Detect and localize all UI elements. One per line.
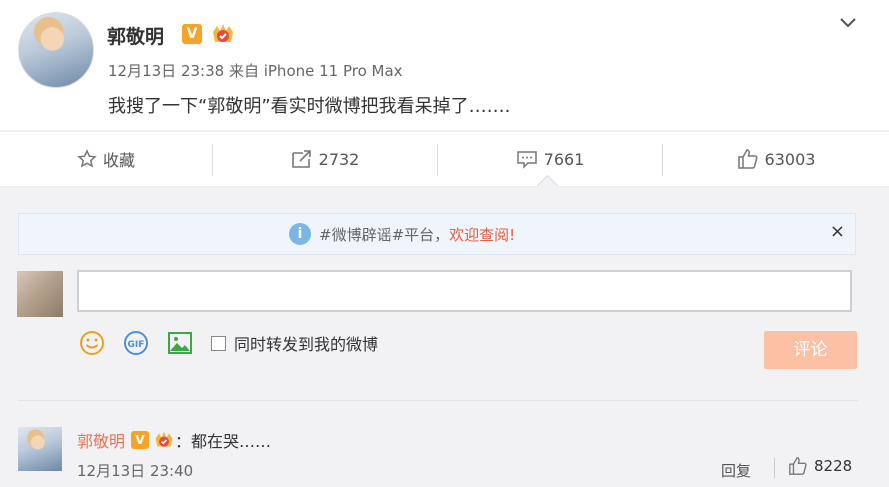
repost-button[interactable]: 2732 [213, 132, 437, 186]
close-icon[interactable]: × [830, 221, 845, 242]
star-icon [77, 149, 97, 168]
gif-icon[interactable]: GIF [123, 330, 149, 356]
forward-checkbox[interactable] [211, 335, 226, 351]
comment-author-name[interactable]: 郭敬明 [77, 428, 125, 452]
repost-icon [291, 150, 311, 168]
emoji-icon[interactable] [79, 330, 105, 356]
post-actions: 收藏 2732 7661 63003 [0, 131, 889, 187]
comment-like-button[interactable]: 8228 [788, 456, 852, 476]
thumbs-up-icon [737, 149, 758, 169]
repost-count: 2732 [318, 149, 360, 169]
vip-crown-icon [213, 24, 233, 42]
comment-icon [516, 151, 537, 169]
chevron-down-icon[interactable] [838, 12, 858, 32]
comment-body: 郭敬明 V ：都在哭…… [77, 428, 271, 452]
author-name[interactable]: 郭敬明 [107, 22, 164, 49]
comment-input[interactable] [77, 270, 852, 312]
comment-time: 12月13日 23:40 [77, 462, 194, 480]
current-user-avatar[interactable] [17, 271, 63, 317]
reply-button[interactable]: 回复 [721, 460, 751, 481]
weibo-post-card: 郭敬明 V 12月13日 23:38 来自 iPhone 11 Pro Max … [0, 0, 889, 487]
svg-text:GIF: GIF [128, 340, 145, 350]
thumbs-up-icon [789, 457, 807, 475]
comment-count: 7661 [543, 149, 585, 169]
verified-badge: V [182, 24, 202, 44]
forward-label[interactable]: 同时转发到我的微博 [234, 331, 378, 355]
post-source: 来自 iPhone 11 Pro Max [228, 62, 403, 80]
like-button[interactable]: 63003 [663, 132, 889, 186]
notice-link[interactable]: 欢迎查阅! [449, 224, 515, 245]
post-meta: 12月13日 23:38 来自 iPhone 11 Pro Max [108, 60, 403, 81]
notice-text[interactable]: #微博辟谣#平台， [319, 224, 449, 245]
info-icon: i [289, 223, 311, 245]
composer-toolbar: GIF 同时转发到我的微博 [79, 330, 378, 356]
comment-author-avatar[interactable] [18, 427, 62, 471]
post-time[interactable]: 12月13日 23:38 [108, 62, 224, 80]
post: 郭敬明 V 12月13日 23:38 来自 iPhone 11 Pro Max … [0, 0, 889, 130]
comment-text: ：都在哭…… [175, 432, 272, 451]
divider [18, 400, 858, 401]
image-icon[interactable] [167, 330, 193, 356]
favorite-button[interactable]: 收藏 [0, 132, 212, 186]
favorite-label: 收藏 [102, 151, 135, 170]
like-count: 63003 [764, 149, 816, 169]
rumor-notice: i #微博辟谣#平台， 欢迎查阅! × [18, 213, 856, 255]
author-avatar[interactable] [18, 12, 94, 88]
vip-crown-icon [155, 431, 173, 447]
post-text: 我搜了一下“郭敬明”看实时微博把我看呆掉了……. [108, 96, 511, 117]
submit-comment-button[interactable]: 评论 [764, 331, 857, 369]
comment-like-count: 8228 [814, 457, 853, 475]
verified-badge: V [131, 431, 150, 449]
divider [774, 458, 775, 478]
